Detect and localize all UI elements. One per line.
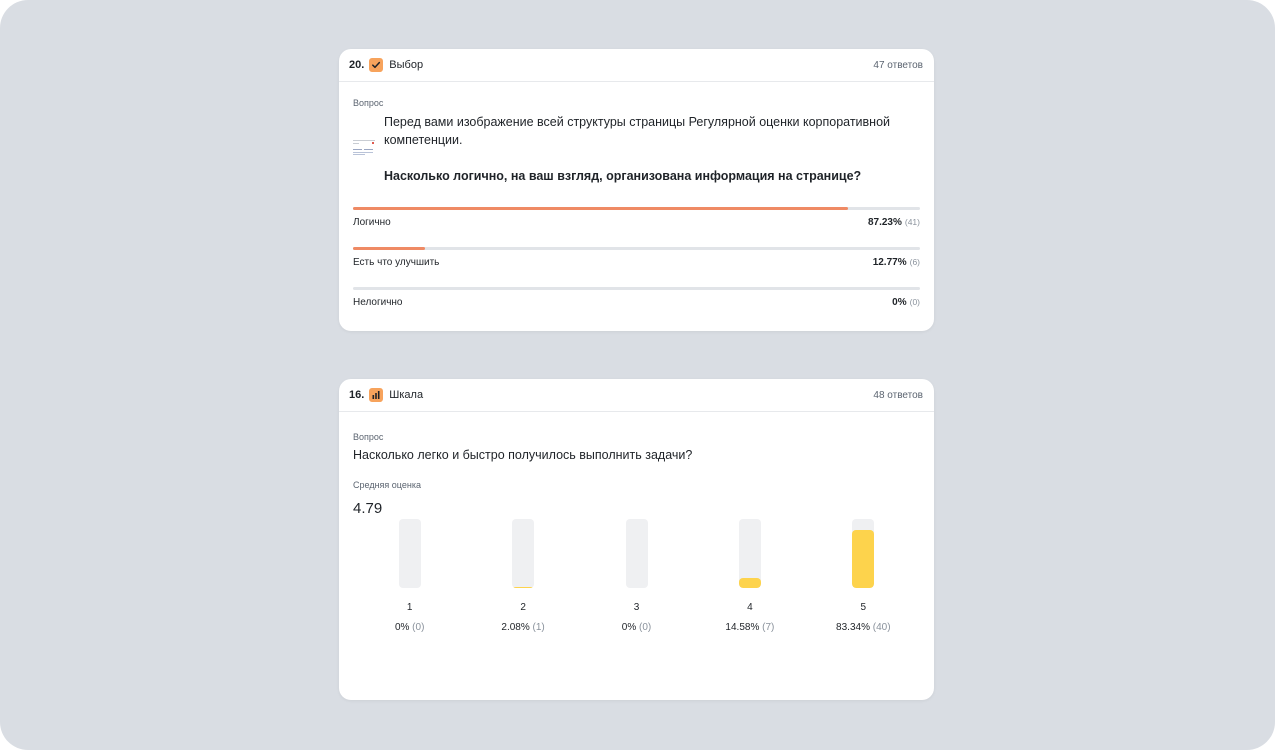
bar-category-label: 1 [406,602,413,613]
bar-track [625,519,648,588]
bar-chart-icon [369,388,384,402]
option-percent-value: 12.77% [872,257,907,268]
option-count: (0) [909,297,920,307]
bar-percent: 0% [621,622,637,633]
option-count: (6) [909,257,920,267]
option-progress-track [353,207,920,210]
bar-category-label: 4 [747,602,753,613]
bar-percent: 14.58% [725,622,760,633]
bar-percent: 83.34% [836,622,870,633]
option-progress-fill [353,247,426,250]
question-label: Вопрос [353,432,384,442]
average-value: 4.79 [353,500,383,517]
bar-count: (7) [759,622,775,633]
option-progress-track [353,247,920,250]
bar-column-3: 3 0% (0) [597,519,677,633]
option-count: (41) [904,217,920,227]
bar-count: (0) [409,622,425,633]
bar-track [512,519,535,588]
bar-category-label: 2 [520,602,526,613]
bar-column-5: 5 83.34% (40) [823,519,903,633]
bar-percent: 0% [394,622,410,633]
option-label: Есть что улучшить [353,257,440,268]
question-text: Насколько легко и быстро получилось выпо… [353,448,693,462]
background-canvas: 20. Выбор 47 ответов Вопрос Перед вами и… [0,0,1275,750]
bar-count: (40) [869,622,891,633]
question-type-label: Выбор [389,59,424,71]
question-label: Вопрос [353,98,384,108]
question-text-bold: Насколько логично, на ваш взгляд, органи… [384,169,862,183]
bar-count: (0) [636,622,652,633]
bar-value-label: 14.58% (7) [710,622,790,633]
option-progress-fill [353,207,848,210]
question-card-scale: 16. Шкала 48 ответов Вопрос Насколько ле… [339,379,934,700]
bar-column-4: 4 14.58% (7) [710,519,790,633]
options-list: Логично 87.23% (41) Есть что улучшить 12.… [353,207,920,315]
rating-distribution-chart: 1 0% (0) 2 2.08% (1) 3 0% (0) 4 14.58% (7) 5 83.3… [353,519,920,639]
question-text: Перед вами изображение всей структуры ст… [384,115,891,147]
bar-track [852,519,875,588]
bar-percent: 2.08% [501,622,530,633]
bar-value-label: 83.34% (40) [823,622,903,633]
page-structure-thumbnail[interactable] [353,137,375,159]
option-label: Нелогично [353,297,403,308]
question-number: 16. [349,389,365,401]
option-item: Логично 87.23% (41) [353,207,920,235]
bar-count: (1) [529,622,545,633]
option-percent: 12.77% (6) [873,257,920,268]
bar-value-label: 0% (0) [597,622,677,633]
bar-column-2: 2 2.08% (1) [483,519,563,633]
option-item: Нелогично 0% (0) [353,287,920,315]
option-percent: 0% (0) [892,297,920,308]
option-percent: 87.23% (41) [868,217,920,228]
card-header: 16. Шкала 48 ответов [339,379,934,412]
answers-count: 47 ответов [873,59,923,71]
bar-value-label: 0% (0) [370,622,450,633]
bar-fill [512,587,535,588]
question-type-label: Шкала [389,389,424,401]
bar-value-label: 2.08% (1) [483,622,563,633]
average-label: Средняя оценка [353,480,421,490]
bar-track [738,519,761,588]
bar-column-1: 1 0% (0) [370,519,450,633]
option-percent-value: 0% [892,297,907,308]
bar-fill [852,530,875,588]
card-header: 20. Выбор 47 ответов [339,49,934,82]
bar-track [398,519,421,588]
option-progress-track [353,287,920,290]
option-percent-value: 87.23% [867,217,902,228]
option-label: Логично [353,217,391,228]
bar-fill [738,578,761,588]
question-card-choice: 20. Выбор 47 ответов Вопрос Перед вами и… [339,49,934,331]
bar-category-label: 3 [633,602,640,613]
bar-category-label: 5 [860,602,867,613]
question-number: 20. [349,59,365,71]
answers-count: 48 ответов [873,389,923,401]
option-item: Есть что улучшить 12.77% (6) [353,247,920,275]
checkmark-icon [369,58,384,72]
